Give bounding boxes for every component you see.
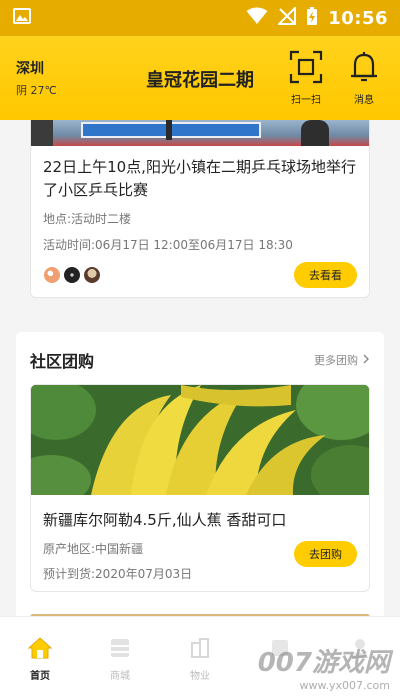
bell-icon: [349, 50, 379, 88]
activity-photo: [31, 120, 369, 146]
city-weather[interactable]: 深圳 阴 27℃: [16, 58, 88, 98]
join-group-buy-button[interactable]: 去团购: [294, 541, 357, 567]
nav-item-user[interactable]: [320, 617, 400, 700]
property-icon: [189, 637, 211, 663]
user-icon: [349, 637, 371, 663]
home-icon: [27, 637, 53, 663]
wifi-icon: [246, 7, 268, 29]
nav-label-shop: 商城: [110, 671, 130, 682]
nav-item-service[interactable]: [240, 617, 320, 700]
service-icon: [269, 637, 291, 663]
avatar: [43, 266, 61, 284]
scan-icon: [289, 50, 323, 88]
scan-label: 扫一扫: [291, 95, 321, 106]
activity-time: 活动时间:06月17日 12:00至06月17日 18:30: [43, 238, 293, 252]
message-label: 消息: [354, 95, 374, 106]
no-signal-icon: [276, 5, 297, 29]
status-bar: 10:56: [0, 0, 400, 36]
view-activity-button[interactable]: 去看看: [294, 262, 357, 288]
battery-charging-icon: [306, 6, 318, 30]
scan-button[interactable]: 扫一扫: [286, 50, 326, 106]
weather-text: 阴 27℃: [16, 84, 57, 97]
main-scroll-area[interactable]: 22日上午10点,阳光小镇在二期乒乓球场地举行了小区乒乓比赛 地点:活动时二楼 …: [0, 120, 400, 616]
group-buy-card[interactable]: 新疆库尔阿勒4.5斤,仙人蕉 香甜可口 原产地区:中国新疆 预计到货:2020年…: [30, 384, 370, 592]
activity-location: 地点:活动时二楼: [43, 212, 132, 226]
nav-item-property[interactable]: 物业: [160, 617, 240, 700]
product-title: 新疆库尔阿勒4.5斤,仙人蕉 香甜可口: [43, 511, 287, 529]
nav-label-property: 物业: [190, 671, 210, 682]
shop-icon: [109, 637, 131, 663]
image-notification-icon: [12, 6, 32, 30]
activity-title: 22日上午10点,阳光小镇在二期乒乓球场地举行了小区乒乓比赛: [43, 158, 356, 199]
city-name: 深圳: [16, 61, 44, 77]
app-header: 深圳 阴 27℃ 皇冠花园二期 扫一扫 消息: [0, 36, 400, 120]
product-eta: 预计到货:2020年07月03日: [43, 567, 193, 581]
more-group-buy-link[interactable]: 更多团购: [314, 352, 370, 368]
more-label: 更多团购: [314, 354, 358, 367]
participant-avatars: [43, 266, 101, 284]
clock: 10:56: [328, 7, 388, 29]
bottom-nav: 首页 商城 物业 007游戏网 www.yx007.com: [0, 616, 400, 700]
message-button[interactable]: 消息: [344, 50, 384, 106]
chevron-right-icon: [362, 354, 370, 367]
activity-card[interactable]: 22日上午10点,阳光小镇在二期乒乓球场地举行了小区乒乓比赛 地点:活动时二楼 …: [30, 120, 370, 298]
nav-label-home: 首页: [30, 671, 50, 682]
group-buy-section: 社区团购 更多团购 新疆库尔阿勒4.5斤,仙人蕉 香甜可口 原产地区:中国新疆 …: [16, 332, 384, 616]
section-title: 社区团购: [30, 348, 95, 372]
nav-item-shop[interactable]: 商城: [80, 617, 160, 700]
product-photo: [31, 385, 369, 495]
nav-item-home[interactable]: 首页: [0, 617, 80, 700]
avatar: [83, 266, 101, 284]
avatar: [63, 266, 81, 284]
